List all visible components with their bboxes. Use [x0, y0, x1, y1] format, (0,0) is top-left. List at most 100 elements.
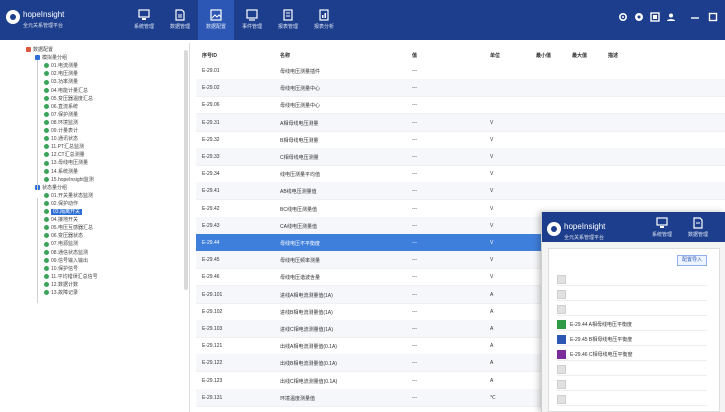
tree-label: 04.电能计量汇总 — [51, 87, 88, 94]
cell-name: 进线C相电流测量值(1A) — [280, 327, 334, 333]
tree-item[interactable]: 06.变压器状态 — [44, 232, 83, 240]
series-color-swatch[interactable] — [557, 380, 566, 389]
leaf-icon — [44, 201, 49, 207]
column-header-min[interactable]: 最小值 — [536, 52, 551, 59]
tree-item[interactable]: 14.系统测量 — [44, 168, 78, 176]
series-row[interactable] — [557, 273, 707, 286]
column-header-name[interactable]: 名称 — [280, 52, 290, 59]
tree-label: 05.电压互感器汇总 — [51, 225, 93, 232]
tree-item[interactable]: 04.电能计量汇总 — [44, 87, 88, 95]
tree-item[interactable]: 12.数据计数 — [44, 281, 78, 289]
tree-item[interactable]: 04.接地开关 — [44, 216, 78, 224]
toolbar-button-data[interactable]: 数据管理 — [162, 0, 198, 40]
import-config-button[interactable]: 配置导入 — [677, 255, 707, 266]
tree-item[interactable]: 01.电流测量 — [44, 62, 78, 70]
cell-unit: V — [490, 119, 494, 126]
toolbar-button-data[interactable]: 数据管理 — [682, 212, 714, 242]
column-header-value[interactable]: 值 — [412, 52, 417, 59]
tree-item[interactable]: 11.PT汇总监测 — [44, 143, 84, 151]
cell-id: E-29.02 — [202, 85, 220, 92]
restore-icon[interactable] — [708, 12, 718, 26]
series-color-swatch[interactable] — [557, 290, 566, 299]
tree-item[interactable]: 05.变压器温度汇总 — [44, 95, 93, 103]
user-icon[interactable] — [666, 12, 676, 26]
tree-item[interactable]: 09.计量表计 — [44, 127, 78, 135]
series-color-swatch[interactable] — [557, 320, 566, 329]
toolbar-button-events[interactable]: 事件管理 — [234, 0, 270, 40]
tree-item[interactable]: 09.信号输入输出 — [44, 257, 88, 265]
tree-item[interactable]: 10.通讯状态 — [44, 135, 78, 143]
tree-item[interactable]: 05.电压互感器汇总 — [44, 224, 93, 232]
series-color-swatch[interactable] — [557, 305, 566, 314]
table-row[interactable]: E-29.31 A相母线电压测量 --- V — [196, 113, 725, 132]
series-row[interactable] — [557, 393, 707, 406]
toolbar-button-system[interactable]: 系统管理 — [126, 0, 162, 40]
tree-scrollbar[interactable] — [184, 50, 188, 290]
toolbar-button-system[interactable]: 系统管理 — [646, 212, 678, 242]
app-subtitle: 全元关系管理平台 — [564, 235, 605, 241]
tree-item[interactable]: 03.隔离开关 — [44, 208, 82, 216]
tree-item[interactable]: 03.功率测量 — [44, 78, 78, 86]
message-icon[interactable] — [650, 12, 660, 26]
floating-window: hopeInsight 全元关系管理平台 系统管理 数据管理 配置导入 E-29… — [541, 212, 725, 412]
expand-icon[interactable] — [26, 47, 31, 53]
series-row[interactable] — [557, 363, 707, 376]
table-row[interactable]: E-29.01 母线电压测量插件 --- — [196, 62, 725, 80]
leaf-icon — [44, 79, 49, 85]
series-color-swatch[interactable] — [557, 275, 566, 284]
series-color-swatch[interactable] — [557, 335, 566, 344]
tree-guide-line — [37, 197, 38, 303]
tree-label: 08.环境监测 — [51, 119, 78, 126]
tree-item[interactable]: 13.母线电压测量 — [44, 159, 88, 167]
cell-unit: A — [490, 291, 494, 298]
toolbar-button-analysis[interactable]: 报表分析 — [306, 0, 342, 40]
column-header-max[interactable]: 最大值 — [572, 52, 587, 59]
series-color-swatch[interactable] — [557, 395, 566, 404]
tree-root[interactable]: 数据配置 — [26, 46, 53, 54]
tree-item[interactable]: 08.通信状态监测 — [44, 249, 88, 257]
table-row[interactable]: E-29.02 母线电压测量中心 --- — [196, 79, 725, 98]
minimize-icon[interactable] — [690, 12, 700, 26]
tree-group[interactable]: 模拟量分组 — [35, 54, 67, 62]
leaf-icon — [44, 273, 49, 279]
toolbar-button-label: 报表分析 — [313, 24, 334, 30]
tree-group[interactable]: 状态量分组 — [35, 184, 67, 192]
column-header-unit[interactable]: 单位 — [490, 52, 500, 59]
series-color-swatch[interactable] — [557, 365, 566, 374]
tree-item[interactable]: 15.hopeInsight监测 — [44, 176, 94, 184]
tree-item[interactable]: 02.保护动作 — [44, 200, 78, 208]
cell-value: --- — [412, 291, 417, 298]
table-row[interactable]: E-29.06 母线电压测量中心 --- — [196, 96, 725, 115]
tree-item[interactable]: 07.保护测量 — [44, 111, 78, 119]
table-row[interactable]: E-29.33 C相母线电压测量 --- V — [196, 148, 725, 166]
tree-item[interactable]: 12.CT汇总测量 — [44, 151, 85, 159]
cell-unit: V — [490, 188, 494, 195]
series-row[interactable]: E-29.44 A相母线电压平衡度 — [557, 318, 707, 331]
cell-id: E-29.42 — [202, 205, 220, 212]
series-row[interactable]: E-29.45 B相母线电压平衡度 — [557, 333, 707, 346]
series-row[interactable] — [557, 288, 707, 301]
help-icon[interactable] — [634, 12, 644, 26]
tree-item[interactable]: 13.故障记录 — [44, 289, 78, 297]
tree-item[interactable]: 02.电压测量 — [44, 70, 78, 78]
settings-icon[interactable] — [618, 12, 628, 26]
tree-item[interactable]: 06.直流系统 — [44, 103, 78, 111]
tree-item[interactable]: 08.环境监测 — [44, 119, 78, 127]
series-row[interactable]: E-29.46 C相母线电压平衡度 — [557, 348, 707, 361]
table-row[interactable]: E-29.41 AB线电压测量值 --- V — [196, 182, 725, 201]
series-color-swatch[interactable] — [557, 350, 566, 359]
column-header-id[interactable]: 序号ID — [202, 52, 217, 59]
tree-item[interactable]: 01.开关量状态监测 — [44, 192, 93, 200]
series-row[interactable] — [557, 303, 707, 316]
toolbar-button-reports[interactable]: 报表管理 — [270, 0, 306, 40]
table-row[interactable]: E-29.34 线电压测量平均值 --- V — [196, 165, 725, 184]
column-header-description[interactable]: 描述 — [608, 52, 618, 59]
cell-value: --- — [412, 240, 417, 246]
tree-item[interactable]: 10.保护信号 — [44, 265, 78, 273]
table-row[interactable]: E-29.32 B相母线电压测量 --- V — [196, 131, 725, 149]
tree-item[interactable]: 07.电源监测 — [44, 240, 78, 248]
toolbar-button-config[interactable]: 数据配置 — [198, 0, 234, 40]
series-row[interactable] — [557, 378, 707, 391]
tree-item[interactable]: 11.平均错误汇总信号 — [44, 273, 98, 281]
leaf-icon — [44, 160, 49, 166]
